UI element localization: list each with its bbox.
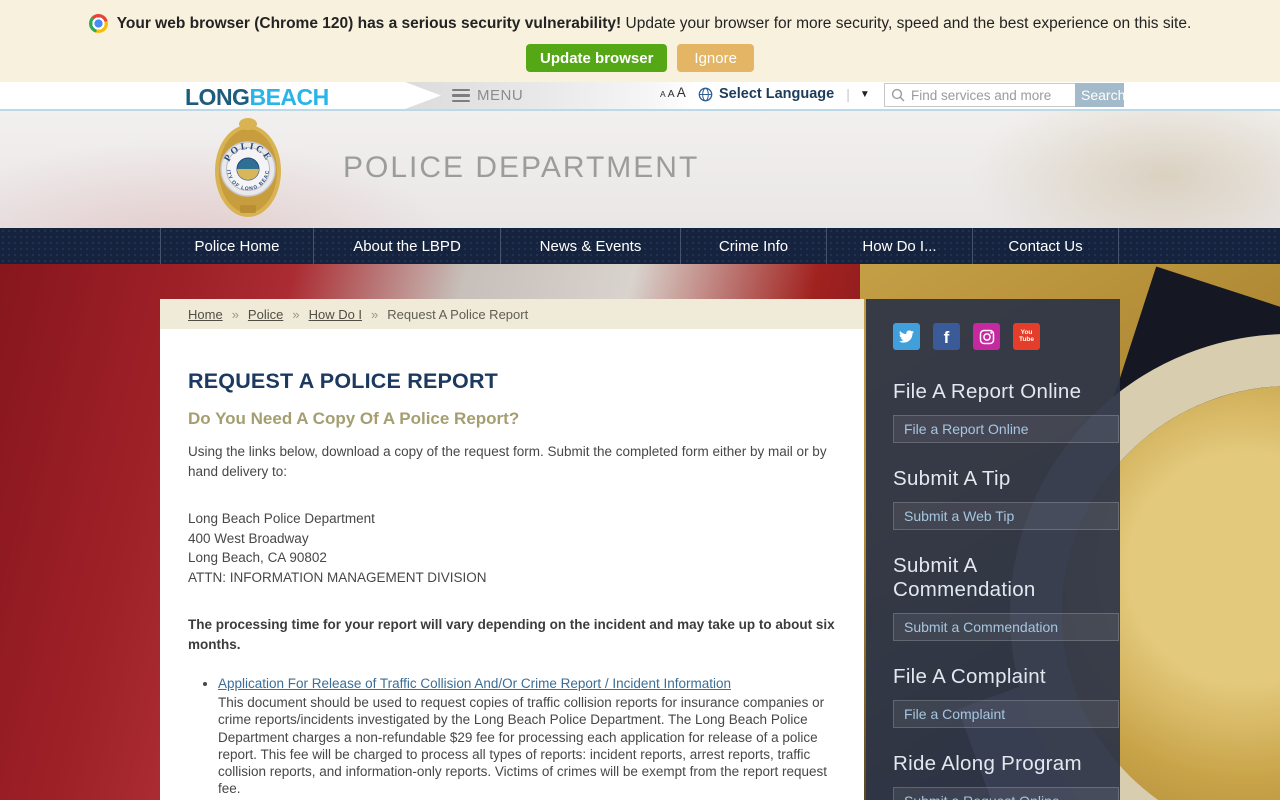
search-icon — [891, 88, 905, 102]
instagram-icon[interactable] — [973, 323, 1000, 350]
chrome-icon — [88, 14, 108, 33]
sidebar-link-ride-along[interactable]: Submit a Request Online — [893, 787, 1119, 800]
search-button[interactable]: Search — [1075, 83, 1125, 107]
social-icons: f You Tube — [893, 323, 1120, 350]
breadcrumb-police[interactable]: Police — [248, 307, 283, 322]
intro-paragraph: Using the links below, download a copy o… — [188, 444, 827, 479]
browser-warning-banner: Your web browser (Chrome 120) has a seri… — [0, 0, 1280, 82]
breadcrumb-how-do-i[interactable]: How Do I — [309, 307, 362, 322]
sidebar-heading-submit-tip: Submit A Tip — [893, 467, 1011, 490]
processing-time-note: The processing time for your report will… — [188, 617, 835, 652]
menu-button[interactable]: MENU — [452, 87, 523, 104]
main-navigation: Police Home About the LBPD News & Events… — [0, 228, 1280, 264]
update-browser-button[interactable]: Update browser — [526, 44, 668, 72]
site-header: LONGBEACH MENU AAA Select Language | ▼ S… — [0, 82, 1280, 111]
sidebar-heading-commendation: Submit A Commendation — [893, 554, 1036, 601]
traffic-collision-application-link[interactable]: Application For Release of Traffic Colli… — [218, 676, 731, 691]
sidebar-link-file-report[interactable]: File a Report Online — [893, 415, 1119, 443]
mailing-address: Long Beach Police Department 400 West Br… — [188, 511, 487, 585]
nav-how-do-i[interactable]: How Do I... — [826, 228, 972, 264]
page-title: REQUEST A POLICE REPORT — [188, 369, 499, 393]
nav-contact-us[interactable]: Contact Us — [972, 228, 1119, 264]
nav-about-lbpd[interactable]: About the LBPD — [313, 228, 500, 264]
download-links-list: Application For Release of Traffic Colli… — [188, 676, 836, 800]
page-subtitle: Do You Need A Copy Of A Police Report? — [188, 409, 520, 428]
warning-text: Your web browser (Chrome 120) has a seri… — [116, 14, 1192, 32]
twitter-icon[interactable] — [893, 323, 920, 350]
youtube-icon[interactable]: You Tube — [1013, 323, 1040, 350]
longbeach-logo[interactable]: LONGBEACH — [185, 84, 329, 111]
font-resize-control[interactable]: AAA — [660, 85, 686, 100]
department-banner: POLICE CITY OF LONG BEACH POLICE DEPARTM… — [0, 111, 1280, 228]
hamburger-icon — [452, 88, 470, 103]
sidebar-heading-ride-along: Ride Along Program — [893, 752, 1082, 775]
chevron-down-icon: ▼ — [859, 88, 870, 100]
list-item: Application For Release of Traffic Colli… — [218, 676, 836, 798]
header-chevron-band — [405, 82, 695, 109]
page-banner-title: POLICE DEPARTMENT — [343, 151, 700, 184]
sidebar-link-submit-tip[interactable]: Submit a Web Tip — [893, 502, 1119, 530]
language-selector[interactable]: Select Language | ▼ — [698, 86, 870, 102]
nav-news-events[interactable]: News & Events — [500, 228, 680, 264]
globe-icon — [698, 87, 713, 101]
sidebar: f You Tube File A Report Online File a Re… — [866, 299, 1120, 800]
site-search: Search — [884, 83, 1125, 107]
breadcrumb: Home » Police » How Do I » Request A Pol… — [160, 299, 864, 329]
nav-crime-info[interactable]: Crime Info — [680, 228, 826, 264]
breadcrumb-home[interactable]: Home — [188, 307, 223, 322]
link-description: This document should be used to request … — [218, 695, 827, 797]
ignore-button[interactable]: Ignore — [677, 44, 754, 72]
search-input[interactable] — [884, 83, 1075, 107]
sidebar-heading-file-report: File A Report Online — [893, 380, 1082, 403]
breadcrumb-current: Request A Police Report — [387, 306, 529, 322]
facebook-icon[interactable]: f — [933, 323, 960, 350]
sidebar-heading-complaint: File A Complaint — [893, 665, 1046, 688]
police-badge-icon: POLICE CITY OF LONG BEACH — [213, 117, 281, 217]
main-content: REQUEST A POLICE REPORT Do You Need A Co… — [160, 329, 864, 800]
nav-police-home[interactable]: Police Home — [160, 228, 313, 264]
sidebar-link-commendation[interactable]: Submit a Commendation — [893, 613, 1119, 641]
sidebar-link-complaint[interactable]: File a Complaint — [893, 700, 1119, 728]
